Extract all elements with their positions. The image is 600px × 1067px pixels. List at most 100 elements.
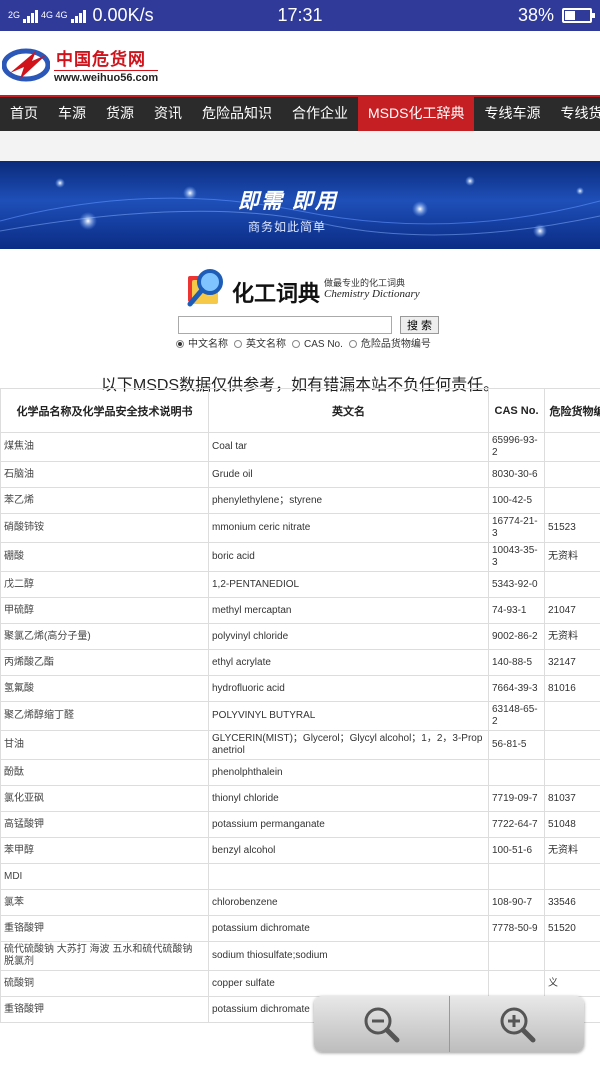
nav-item-5[interactable]: 合作企业 (282, 97, 358, 131)
table-row[interactable]: 聚乙烯醇缩丁醛 POLYVINYL BUTYRAL 63148-65-2 (0, 701, 600, 731)
site-logo-icon[interactable] (2, 43, 50, 83)
table-row[interactable]: 甘油 GLYCERIN(MIST)；Glycerol；Glycyl alcohol… (0, 730, 600, 760)
radio-button-icon[interactable] (292, 340, 300, 348)
table-row[interactable]: 氯化亚砜 thionyl chloride 7719-09-7 81037 (0, 785, 600, 812)
nav-item-8[interactable]: 专线货源 (550, 97, 600, 131)
english-name-cell: phenylethylene；styrene (208, 487, 489, 514)
chemical-name-cell[interactable]: 高锰酸钾 (0, 811, 209, 838)
dangerous-goods-number-cell: 无资料 (544, 623, 600, 650)
table-row[interactable]: 氢氟酸 hydrofluoric acid 7664-39-3 81016 (0, 675, 600, 702)
network-type-label: 2G (8, 10, 21, 20)
chemical-name-cell[interactable]: 氯化亚砜 (0, 785, 209, 812)
radio-button-icon[interactable] (176, 340, 184, 348)
search-bar: 搜 索 (178, 316, 440, 334)
cas-number-cell: 74-93-1 (488, 597, 545, 624)
table-row[interactable]: 硝酸铈铵 mmonium ceric nitrate 16774-21-3 51523 (0, 513, 600, 543)
table-row[interactable]: 甲硫醇 methyl mercaptan 74-93-1 21047 (0, 597, 600, 624)
chemical-name-cell[interactable]: 苯乙烯 (0, 487, 209, 514)
chemical-name-cell[interactable]: 煤焦油 (0, 432, 209, 462)
chemical-name-cell[interactable]: MDI (0, 863, 209, 890)
site-name[interactable]: 中国危货网 (56, 45, 146, 70)
table-row[interactable]: 硼酸 boric acid 10043-35-3 无资料 (0, 542, 600, 572)
table-row[interactable]: 重铬酸钾potassium dichromate7778-50-951520 (0, 915, 600, 942)
cas-number-cell: 7722-64-7 (488, 811, 545, 838)
battery-icon (562, 8, 595, 23)
table-row[interactable]: 高锰酸钾 potassium permanganate 7722-64-7 51048 (0, 811, 600, 838)
promo-banner[interactable]: 即需 即用 商务如此简单 (0, 161, 600, 249)
search-type-radio-1[interactable]: 英文名称 (234, 338, 286, 351)
cas-number-cell: 7664-39-3 (488, 675, 545, 702)
chemical-name-cell[interactable]: 重铬酸钾 (0, 915, 209, 942)
chemical-name-cell[interactable]: 酚酞 (0, 759, 209, 786)
dangerous-goods-number-cell: 51520 (544, 915, 600, 942)
search-input[interactable] (178, 316, 392, 334)
chemical-name-cell[interactable]: 氢氟酸 (0, 675, 209, 702)
zoom-in-button[interactable] (449, 996, 584, 1052)
table-row[interactable]: 硫酸铜 copper sulfate 义 (0, 970, 600, 997)
chemical-name-cell[interactable]: 硼酸 (0, 542, 209, 572)
table-row[interactable]: 苯乙烯 phenylethylene；styrene 100-42-5 (0, 487, 600, 514)
english-name-cell: phenolphthalein (208, 759, 489, 786)
nav-item-6[interactable]: MSDS化工辞典 (358, 97, 475, 131)
chemical-name-cell[interactable]: 氯苯 (0, 889, 209, 916)
table-row[interactable]: 氯苯 chlorobenzene 108-90-7 33546 (0, 889, 600, 916)
column-header: CAS No. (488, 388, 545, 433)
table-row[interactable]: 煤焦油 Coal tar 65996-93-2 (0, 432, 600, 462)
dangerous-goods-number-cell: 33546 (544, 889, 600, 916)
table-row[interactable]: MDI (0, 863, 600, 890)
table-row[interactable]: 戊二醇 1,2-PENTANEDIOL 5343-92-0 (0, 571, 600, 598)
chemical-name-cell[interactable]: 丙烯酸乙酯 (0, 649, 209, 676)
chemical-name-cell[interactable]: 硫酸铜 (0, 970, 209, 997)
chemical-name-cell[interactable]: 甲硫醇 (0, 597, 209, 624)
search-type-options: 中文名称 英文名称 CAS No. 危险品货物编号 (176, 338, 446, 351)
column-header: 英文名 (208, 388, 489, 433)
nav-item-7[interactable]: 专线车源 (474, 97, 550, 131)
msds-table-container[interactable]: 化学品名称及化学品安全技术说明书英文名CAS No.危险货物编号 煤焦油Coal… (0, 388, 600, 1067)
dangerous-goods-number-cell: 81037 (544, 785, 600, 812)
dangerous-goods-number-cell (544, 941, 600, 971)
table-row[interactable]: 酚酞 phenolphthalein (0, 759, 600, 786)
dangerous-goods-number-cell: 81016 (544, 675, 600, 702)
dangerous-goods-number-cell: 无资料 (544, 837, 600, 864)
chemical-name-cell[interactable]: 甘油 (0, 730, 209, 760)
search-type-radio-0[interactable]: 中文名称 (176, 338, 228, 351)
radio-label: 危险品货物编号 (360, 339, 431, 350)
chemical-name-cell[interactable]: 硝酸铈铵 (0, 513, 209, 543)
search-button[interactable]: 搜 索 (400, 316, 440, 334)
cas-number-cell: 100-51-6 (488, 837, 545, 864)
search-type-radio-3[interactable]: 危险品货物编号 (348, 338, 431, 351)
dangerous-goods-number-cell (544, 863, 600, 890)
english-name-cell: hydrofluoric acid (208, 675, 489, 702)
english-name-cell: copper sulfate (208, 970, 489, 997)
dictionary-logo: 化工词典 做最专业的化工词典 Chemistry Dictionary (184, 266, 434, 310)
zoom-controls (314, 996, 584, 1052)
radio-button-icon[interactable] (348, 340, 357, 348)
chemical-name-cell[interactable]: 戊二醇 (0, 571, 209, 598)
chemical-name-cell[interactable]: 苯甲醇 (0, 837, 209, 864)
chemical-name-cell[interactable]: 石脑油 (0, 461, 209, 488)
chemical-name-cell[interactable]: 聚乙烯醇缩丁醛 (0, 701, 209, 731)
nav-item-0[interactable]: 首页 (0, 97, 48, 131)
search-type-radio-2[interactable]: CAS No. (292, 338, 343, 351)
chemical-name-cell[interactable]: 硫代硫酸钠 大苏打 海波 五水和硫代硫酸钠 脱氯剂 (0, 941, 209, 971)
radio-label: 英文名称 (246, 339, 286, 350)
english-name-cell: Coal tar (208, 432, 489, 462)
table-row[interactable]: 聚氯乙烯(高分子量) polyvinyl chloride 9002-86-2 无资料 (0, 623, 600, 650)
nav-item-2[interactable]: 货源 (96, 97, 144, 131)
zoom-out-button[interactable] (314, 996, 450, 1052)
table-row[interactable]: 石脑油 Grude oil 8030-30-6 (0, 461, 600, 488)
table-row[interactable]: 丙烯酸乙酯 ethyl acrylate 140-88-5 32147 (0, 649, 600, 676)
dictionary-title: 化工词典 (232, 281, 321, 306)
table-row[interactable]: 硫代硫酸钠 大苏打 海波 五水和硫代硫酸钠 脱氯剂 sodium thiosulf… (0, 941, 600, 971)
cas-number-cell: 5343-92-0 (488, 571, 545, 598)
chemical-name-cell[interactable]: 聚氯乙烯(高分子量) (0, 623, 209, 650)
radio-button-icon[interactable] (234, 340, 242, 348)
column-header: 危险货物编号 (544, 388, 600, 433)
chemical-name-cell[interactable]: 重铬酸钾 (0, 996, 209, 1023)
dangerous-goods-number-cell: 无资料 (544, 542, 600, 572)
nav-item-1[interactable]: 车源 (48, 97, 96, 131)
nav-item-4[interactable]: 危险品知识 (192, 97, 282, 131)
table-row[interactable]: 苯甲醇 benzyl alcohol 100-51-6 无资料 (0, 837, 600, 864)
radio-label: CAS No. (304, 339, 343, 350)
nav-item-3[interactable]: 资讯 (144, 97, 192, 131)
